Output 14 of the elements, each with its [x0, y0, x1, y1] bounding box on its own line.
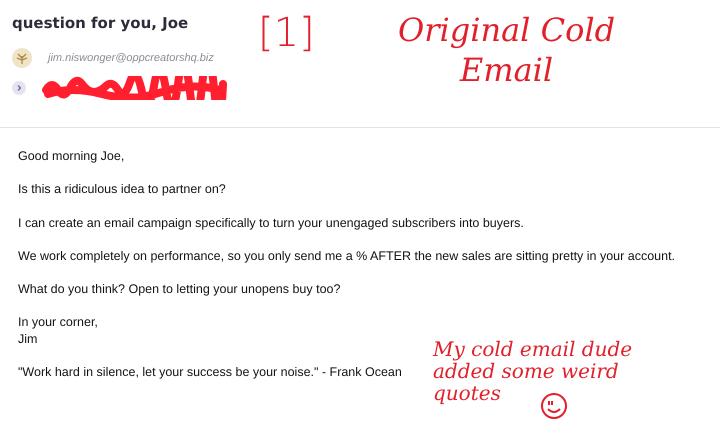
- sender-address: jim.niswonger@oppcreatorshq.biz: [48, 50, 214, 66]
- avatar-icon: [12, 48, 32, 68]
- email-subject: question for you, Joe: [12, 14, 188, 32]
- email-paragraph: Is this a ridiculous idea to partner on?: [18, 181, 226, 198]
- email-paragraph: Good morning Joe,: [18, 148, 124, 164]
- annotation-note: My cold email dude added some weird quotes: [433, 338, 632, 404]
- email-paragraph: "Work hard in silence, let your success be your noise." - Frank Ocean: [18, 364, 402, 380]
- annotation-number: [1]: [258, 12, 315, 54]
- email-paragraph: In your corner, Jim: [18, 314, 98, 347]
- email-paragraph: What do you think? Open to letting your unopens buy too?: [18, 281, 340, 298]
- email-paragraph: I can create an email campaign specifically to turn your unengaged subscribers into buyers.: [18, 214, 524, 231]
- email-paragraph: We work completely on performance, so you only send me a % AFTER the new sales are sitting pretty in your account.: [18, 248, 676, 264]
- expand-icon[interactable]: [12, 81, 26, 95]
- annotation-title: Original Cold Email: [398, 10, 616, 90]
